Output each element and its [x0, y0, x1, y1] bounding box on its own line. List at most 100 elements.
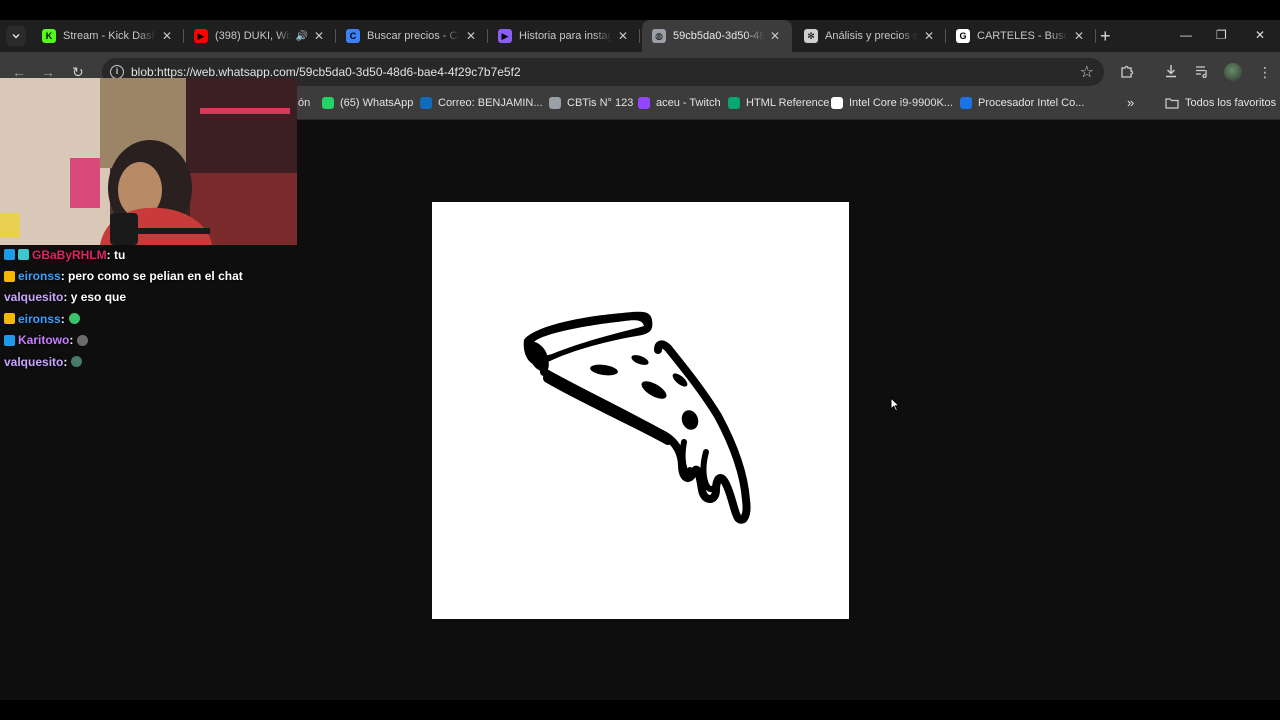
tab-close-icon[interactable]: ✕ [1072, 29, 1086, 43]
browser-tab[interactable]: ✻ Análisis y precios sensores ✕ [794, 20, 946, 52]
chat-username: eironss [18, 269, 61, 284]
tab-title: (398) DUKI, Wiz Khalifa [215, 30, 292, 42]
media-control-icon[interactable] [1195, 64, 1209, 81]
tab-title: Stream - Kick Dashboard [63, 30, 156, 42]
bookmark-item[interactable]: Procesador Intel Co... [960, 97, 1084, 109]
bookmark-item[interactable]: Intel Core i9-9900K... [831, 97, 953, 109]
chat-message: eironss : [4, 308, 304, 329]
tab-close-icon[interactable]: ✕ [312, 29, 326, 43]
tab-separator [639, 29, 640, 43]
tab-favicon-icon: ◍ [652, 29, 666, 43]
chat-badge-icon [4, 313, 15, 325]
tab-favicon-icon: ▶ [194, 29, 208, 43]
chat-message: valquesito : [4, 351, 304, 372]
bookmark-item[interactable]: aceu - Twitch [638, 97, 721, 109]
mouse-cursor [890, 396, 901, 417]
chat-message: eironss : pero como se pelian en el chat [4, 265, 304, 286]
chat-emote-icon [77, 334, 89, 346]
bookmark-label: Correo: BENJAMIN... [438, 97, 543, 109]
webcam-overlay [0, 78, 297, 245]
chat-username: GBaByRHLM [32, 247, 107, 262]
bookmark-favicon-icon [322, 97, 334, 109]
bookmark-label: Intel Core i9-9900K... [849, 97, 953, 109]
tab-title: CARTELES - Buscar con Google [977, 30, 1068, 42]
tab-title: Buscar precios - Canva [367, 30, 460, 42]
bookmark-label: ón [298, 97, 311, 109]
all-bookmarks-label: Todos los favoritos [1185, 97, 1277, 109]
tab-favicon-icon: K [42, 29, 56, 43]
browser-tab[interactable]: ▶ Historia para instagram ✕ [488, 20, 640, 52]
kebab-menu-icon[interactable]: ⋮ [1258, 64, 1272, 81]
chat-text: : [60, 311, 65, 326]
restore-button[interactable]: ❐ [1216, 28, 1227, 42]
tab-favicon-icon: ▶ [498, 29, 512, 43]
browser-tab[interactable]: C Buscar precios - Canva ✕ [336, 20, 488, 52]
browser-tab[interactable]: ▶ (398) DUKI, Wiz Khalifa 🔊 ✕ [184, 20, 336, 52]
bookmark-favicon-icon [420, 97, 432, 109]
star-icon[interactable]: ☆ [1080, 62, 1094, 82]
chat-message: GBaByRHLM : tu [4, 244, 304, 265]
bookmark-item[interactable]: HTML Reference [728, 97, 829, 109]
tab-close-icon[interactable]: ✕ [160, 29, 174, 43]
bookmark-label: (65) WhatsApp [340, 97, 414, 109]
bookmark-favicon-icon [831, 97, 843, 109]
puzzle-icon[interactable] [1120, 64, 1134, 81]
chat-text: : y eso que [63, 290, 127, 305]
bookmark-favicon-icon [549, 97, 561, 109]
chat-badge-icon [4, 270, 15, 282]
tab-close-icon[interactable]: ✕ [464, 29, 478, 43]
speaker-icon[interactable]: 🔊 [296, 31, 308, 42]
bookmark-favicon-icon [728, 97, 740, 109]
chat-username: valquesito [4, 290, 64, 305]
tab-title: Análisis y precios sensores [825, 30, 918, 42]
bookmark-label: Procesador Intel Co... [978, 97, 1085, 109]
browser-tab[interactable]: G CARTELES - Buscar con Google ✕ [946, 20, 1096, 52]
tab-close-icon[interactable]: ✕ [768, 29, 782, 43]
bookmark-item[interactable]: ón [298, 97, 310, 109]
bookmark-item[interactable]: Correo: BENJAMIN... [420, 97, 543, 109]
image-viewer [432, 202, 849, 619]
bookmark-label: HTML Reference [746, 97, 830, 109]
download-icon[interactable] [1164, 64, 1178, 81]
chat-badge-icon [4, 334, 15, 346]
all-bookmarks-button[interactable]: Todos los favoritos [1165, 97, 1276, 109]
bookmark-item[interactable]: (65) WhatsApp [322, 97, 413, 109]
tab-favicon-icon: ✻ [804, 29, 818, 43]
bookmark-favicon-icon [638, 97, 650, 109]
profile-avatar[interactable] [1224, 63, 1242, 81]
bookmark-label: aceu - Twitch [656, 97, 721, 109]
bookmarks-overflow-button[interactable]: » [1127, 95, 1134, 110]
browser-tab[interactable]: ◍ 59cb5da0-3d50-48d6-bae4 ✕ [642, 20, 792, 52]
chat-text: : pero como se pelian en el chat [60, 269, 243, 284]
new-tab-button[interactable]: + [1100, 27, 1111, 45]
chat-text: : [63, 354, 68, 369]
bookmark-item[interactable]: CBTis N° 123 [549, 97, 633, 109]
url-text[interactable]: blob:https://web.whatsapp.com/59cb5da0-3… [131, 65, 521, 79]
pizza-slice-image [523, 311, 751, 524]
tab-favicon-icon: C [346, 29, 360, 43]
bottom-bar [0, 700, 1280, 720]
chat-badge-icon [18, 249, 29, 261]
chevron-down-icon [12, 33, 20, 39]
site-info-icon[interactable]: i [110, 65, 124, 79]
minimize-icon: — [1180, 28, 1192, 42]
bookmark-label: CBTis N° 123 [567, 97, 634, 109]
tab-close-icon[interactable]: ✕ [616, 29, 630, 43]
chat-username: eironss [18, 311, 61, 326]
restore-icon: ❐ [1216, 28, 1227, 42]
chat-message: valquesito : y eso que [4, 287, 304, 308]
tab-search-button[interactable] [6, 26, 26, 46]
tab-title: 59cb5da0-3d50-48d6-bae4 [673, 30, 764, 42]
tab-close-icon[interactable]: ✕ [922, 29, 936, 43]
close-icon: ✕ [1255, 28, 1266, 42]
stream-chat-overlay: GBaByRHLM : tu eironss : pero como se pel… [4, 244, 304, 372]
browser-tab[interactable]: K Stream - Kick Dashboard ✕ [32, 20, 184, 52]
folder-icon [1165, 98, 1179, 109]
chat-text: : [69, 333, 74, 348]
minimize-button[interactable]: — [1180, 28, 1192, 42]
tab-strip: K Stream - Kick Dashboard ✕ ▶ (398) DUKI, Wi… [0, 20, 1280, 52]
close-window-button[interactable]: ✕ [1255, 28, 1265, 42]
streamer-webcam-image [0, 78, 297, 245]
tab-title: Historia para instagram [519, 30, 612, 42]
chat-badge-icon [4, 249, 15, 261]
